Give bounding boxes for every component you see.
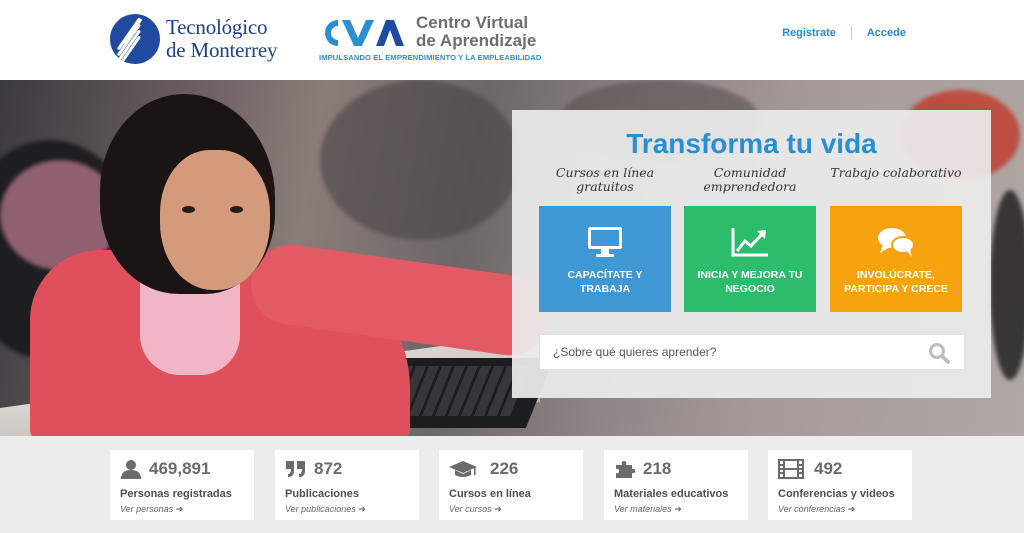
feature-label-collaborative: Trabajo colaborativo — [830, 165, 962, 180]
feature-label-community: Comunidad emprendedora — [703, 165, 797, 194]
search-box — [539, 334, 965, 370]
stat-label: Publicaciones — [285, 488, 359, 500]
hero-title: Transforma tu vida — [626, 128, 877, 159]
login-link[interactable]: Accede — [867, 27, 906, 39]
stat-label: Materiales educativos — [614, 488, 729, 500]
search-icon[interactable] — [928, 342, 950, 364]
view-courses-link[interactable]: Ver cursos ➔ — [449, 504, 502, 515]
tile-inicia-negocio[interactable]: INICIA Y MEJORA TU NEGOCIO — [684, 206, 816, 312]
stat-number: 492 — [814, 459, 843, 478]
tec-monterrey-logo[interactable]: Tecnológico de Monterrey — [110, 14, 278, 64]
stat-label: Cursos en línea — [449, 488, 531, 500]
cva-title: Centro Virtual de Aprendizaje — [416, 14, 536, 50]
stat-card-courses: 226 Cursos en línea Ver cursos ➔ — [439, 450, 583, 520]
nav-divider — [850, 26, 852, 40]
stat-label: Personas registradas — [120, 488, 232, 500]
stat-label: Conferencias y videos — [778, 488, 895, 500]
cva-mark-icon — [325, 20, 404, 46]
tec-emblem-icon — [110, 14, 160, 64]
stat-card-publications: 872 Publicaciones Ver publicaciones ➔ — [275, 450, 419, 520]
tile-involucrate-label: INVOLÚCRATE, PARTICIPA Y CRECE — [844, 269, 948, 295]
cva-title-line2: de Aprendizaje — [416, 31, 537, 50]
cva-tagline: IMPULSANDO EL EMPRENDIMIENTO Y LA EMPLEA… — [319, 53, 542, 62]
film-icon — [778, 459, 804, 479]
chat-bubbles-icon — [878, 228, 915, 257]
feature-label-courses: Cursos en línea gratuitos — [555, 165, 655, 194]
tile-involucrate[interactable]: INVOLÚCRATE, PARTICIPA Y CRECE — [830, 206, 962, 312]
tec-wordmark-line2: de Monterrey — [166, 38, 278, 62]
stats-bar: 469,891 Personas registradas Ver persona… — [0, 436, 1024, 533]
stat-number: 872 — [314, 459, 343, 478]
stat-number: 469,891 — [149, 459, 211, 478]
register-link[interactable]: Registrate — [782, 27, 836, 39]
site-header: Tecnológico de Monterrey Centro Virtual … — [0, 0, 1024, 80]
stat-number: 226 — [490, 459, 519, 478]
graduation-cap-icon — [449, 461, 477, 477]
tec-wordmark-line1: Tecnológico — [166, 15, 268, 39]
search-input[interactable] — [540, 335, 920, 369]
monitor-icon — [588, 227, 622, 257]
quote-icon — [286, 461, 305, 477]
tile-capacitate[interactable]: CAPACÍTATE Y TRABAJA — [539, 206, 671, 312]
stat-card-conferences: 492 Conferencias y videos Ver conferenci… — [768, 450, 912, 520]
top-nav: Registrate Accede — [782, 26, 906, 40]
puzzle-icon — [616, 461, 635, 478]
hero-panel: Transforma tu vida Cursos en línea gratu… — [512, 110, 991, 398]
cva-title-line1: Centro Virtual — [416, 13, 529, 32]
tile-capacitate-label: CAPACÍTATE Y TRABAJA — [567, 269, 643, 295]
stat-card-people: 469,891 Personas registradas Ver persona… — [110, 450, 254, 520]
stat-card-materials: 218 Materiales educativos Ver materiales… — [604, 450, 748, 520]
stat-number: 218 — [643, 459, 672, 478]
chart-line-icon — [731, 228, 768, 257]
view-materials-link[interactable]: Ver materiales ➔ — [614, 504, 682, 515]
view-publications-link[interactable]: Ver publicaciones ➔ — [285, 504, 366, 515]
view-people-link[interactable]: Ver personas ➔ — [120, 504, 183, 515]
user-icon — [121, 460, 141, 479]
tec-wordmark: Tecnológico de Monterrey — [166, 15, 278, 62]
tile-inicia-negocio-label: INICIA Y MEJORA TU NEGOCIO — [697, 269, 803, 295]
view-conferences-link[interactable]: Ver conferencias ➔ — [778, 504, 855, 515]
